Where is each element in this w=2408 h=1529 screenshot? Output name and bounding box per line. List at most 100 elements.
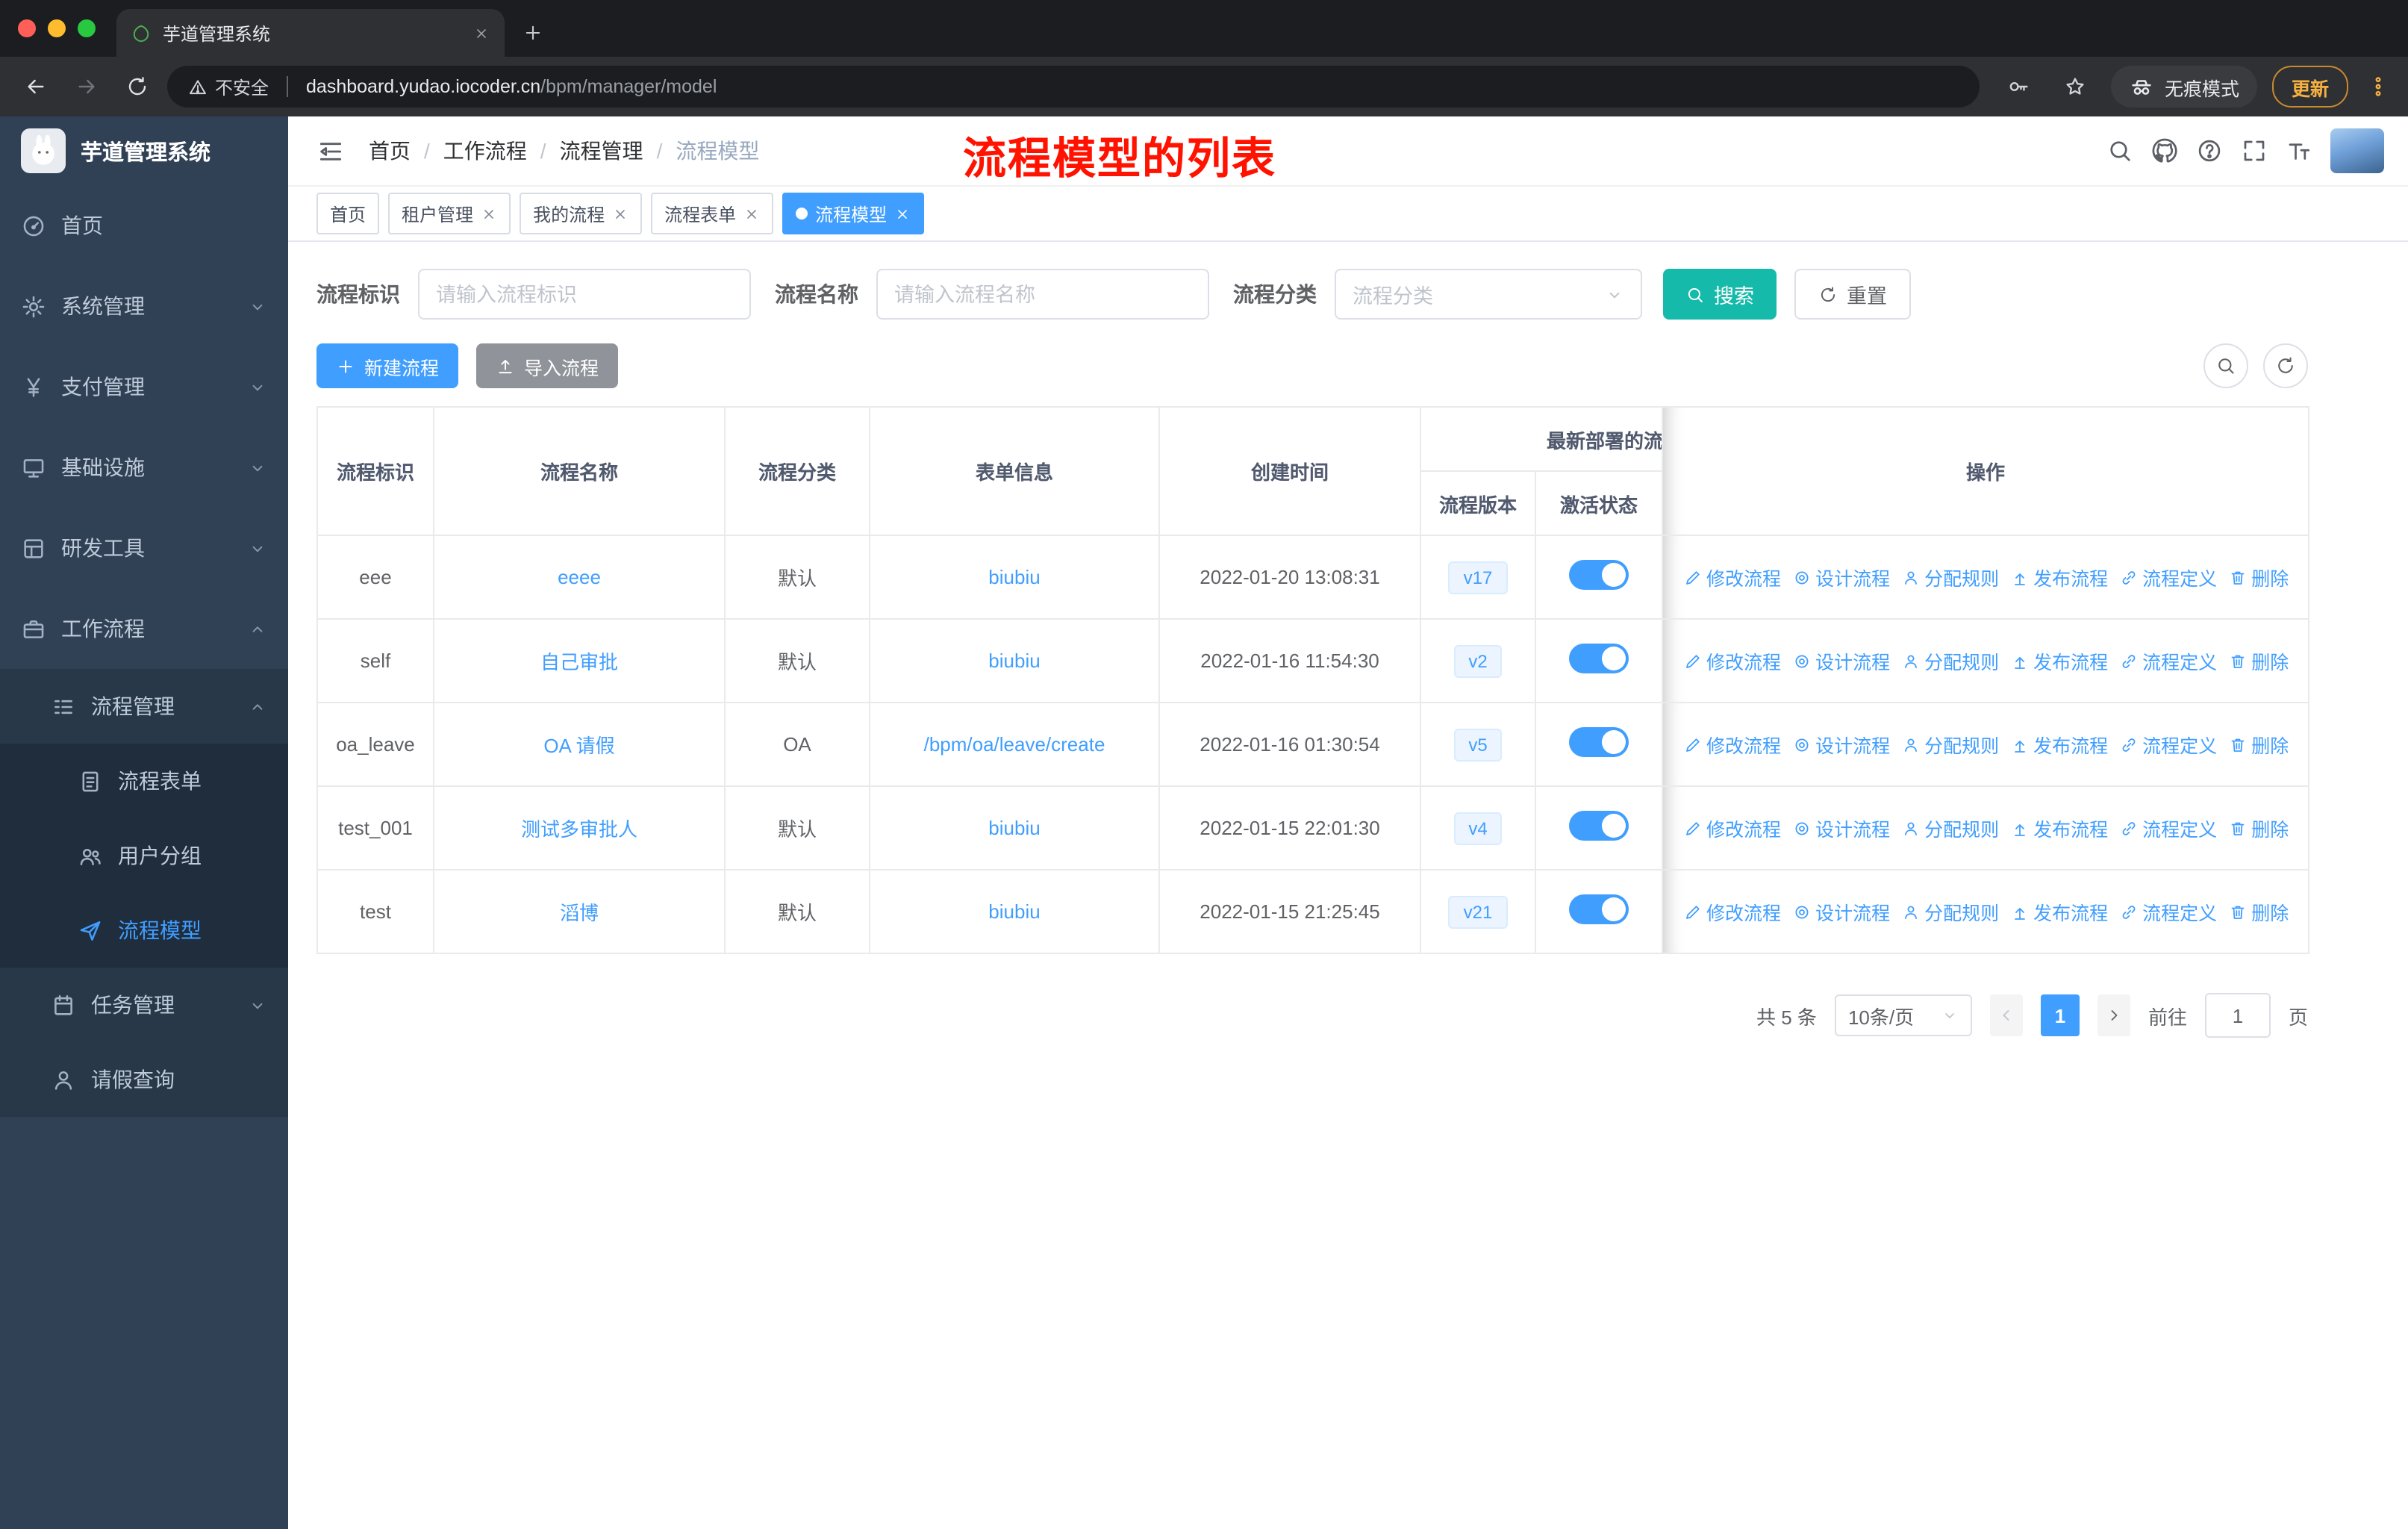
tag-close-icon[interactable] xyxy=(481,205,497,222)
sidebar-item-home[interactable]: 首页 xyxy=(0,185,288,266)
process-name-link[interactable]: 自己审批 xyxy=(540,651,618,673)
sidebar-item-workflow[interactable]: 工作流程 xyxy=(0,588,288,669)
fullscreen-icon[interactable] xyxy=(2241,137,2268,164)
action-design-link[interactable]: 设计流程 xyxy=(1793,647,1890,675)
sidebar-item-process-management[interactable]: 流程管理 xyxy=(0,669,288,744)
forward-button[interactable] xyxy=(66,66,107,108)
search-button[interactable]: 搜索 xyxy=(1663,269,1777,320)
version-tag[interactable]: v4 xyxy=(1453,812,1503,844)
action-publish-link[interactable]: 发布流程 xyxy=(2011,563,2108,591)
process-name-link[interactable]: 滔博 xyxy=(560,902,599,924)
active-toggle[interactable] xyxy=(1569,811,1629,841)
version-tag[interactable]: v5 xyxy=(1453,728,1503,761)
password-key-button[interactable] xyxy=(1997,66,2039,108)
action-design-link[interactable]: 设计流程 xyxy=(1793,814,1890,842)
user-avatar[interactable] xyxy=(2330,128,2384,173)
active-toggle[interactable] xyxy=(1569,894,1629,924)
action-assign-link[interactable]: 分配规则 xyxy=(1902,563,1999,591)
breadcrumb-item[interactable]: 首页 xyxy=(369,136,411,166)
tag-close-icon[interactable] xyxy=(894,205,911,222)
sidebar-item-leave-query[interactable]: 请假查询 xyxy=(0,1042,288,1117)
sidebar-item-process-form[interactable]: 流程表单 xyxy=(0,744,288,818)
action-edit-link[interactable]: 修改流程 xyxy=(1684,563,1781,591)
toggle-search-button[interactable] xyxy=(2203,343,2248,388)
form-info-link[interactable]: biubiu xyxy=(988,566,1040,588)
action-delete-link[interactable]: 删除 xyxy=(2229,647,2289,675)
tag-process-form[interactable]: 流程表单 xyxy=(651,193,774,234)
next-page-button[interactable] xyxy=(2097,994,2130,1036)
action-definition-link[interactable]: 流程定义 xyxy=(2120,814,2217,842)
process-name-link[interactable]: eeee xyxy=(558,566,601,588)
maximize-window-button[interactable] xyxy=(78,19,96,37)
active-toggle[interactable] xyxy=(1569,644,1629,673)
action-definition-link[interactable]: 流程定义 xyxy=(2120,730,2217,759)
action-assign-link[interactable]: 分配规则 xyxy=(1902,647,1999,675)
search-icon[interactable] xyxy=(2106,137,2133,164)
process-name-input[interactable] xyxy=(876,269,1209,320)
tag-process-model[interactable]: 流程模型 xyxy=(782,193,925,234)
action-definition-link[interactable]: 流程定义 xyxy=(2120,563,2217,591)
breadcrumb-item[interactable]: 流程管理 xyxy=(560,136,643,166)
form-info-link[interactable]: biubiu xyxy=(988,900,1040,923)
github-icon[interactable] xyxy=(2151,137,2178,164)
action-design-link[interactable]: 设计流程 xyxy=(1793,897,1890,926)
action-edit-link[interactable]: 修改流程 xyxy=(1684,814,1781,842)
action-assign-link[interactable]: 分配规则 xyxy=(1902,814,1999,842)
browser-menu-button[interactable] xyxy=(2363,67,2393,106)
process-key-input[interactable] xyxy=(418,269,751,320)
action-edit-link[interactable]: 修改流程 xyxy=(1684,647,1781,675)
address-bar[interactable]: 不安全 dashboard.yudao.iocoder.cn/bpm/manag… xyxy=(167,66,1980,108)
close-window-button[interactable] xyxy=(18,19,36,37)
action-assign-link[interactable]: 分配规则 xyxy=(1902,897,1999,926)
security-chip[interactable]: 不安全 xyxy=(188,74,269,99)
action-design-link[interactable]: 设计流程 xyxy=(1793,563,1890,591)
action-delete-link[interactable]: 删除 xyxy=(2229,563,2289,591)
action-design-link[interactable]: 设计流程 xyxy=(1793,730,1890,759)
bookmark-button[interactable] xyxy=(2054,66,2096,108)
sidebar-item-payment[interactable]: 支付管理 xyxy=(0,346,288,427)
process-name-link[interactable]: OA 请假 xyxy=(543,735,614,757)
action-definition-link[interactable]: 流程定义 xyxy=(2120,897,2217,926)
sidebar-item-devtools[interactable]: 研发工具 xyxy=(0,508,288,588)
reset-button[interactable]: 重置 xyxy=(1794,269,1911,320)
version-tag[interactable]: v17 xyxy=(1448,561,1508,594)
page-size-select[interactable]: 10条/页 xyxy=(1834,994,1972,1036)
update-button[interactable]: 更新 xyxy=(2271,66,2348,108)
font-size-icon[interactable] xyxy=(2286,137,2312,164)
refresh-table-button[interactable] xyxy=(2263,343,2308,388)
process-name-link[interactable]: 测试多审批人 xyxy=(521,818,637,841)
action-assign-link[interactable]: 分配规则 xyxy=(1902,730,1999,759)
create-process-button[interactable]: 新建流程 xyxy=(316,343,459,388)
tab-close-icon[interactable] xyxy=(473,25,490,41)
help-icon[interactable] xyxy=(2196,137,2223,164)
active-toggle[interactable] xyxy=(1569,727,1629,757)
active-toggle[interactable] xyxy=(1569,560,1629,590)
action-publish-link[interactable]: 发布流程 xyxy=(2011,897,2108,926)
new-tab-button[interactable] xyxy=(514,13,552,52)
form-info-link[interactable]: biubiu xyxy=(988,817,1040,839)
back-button[interactable] xyxy=(15,66,57,108)
action-delete-link[interactable]: 删除 xyxy=(2229,730,2289,759)
action-delete-link[interactable]: 删除 xyxy=(2229,897,2289,926)
sidebar-item-task-management[interactable]: 任务管理 xyxy=(0,968,288,1042)
page-number-current[interactable]: 1 xyxy=(2040,994,2080,1036)
tag-close-icon[interactable] xyxy=(612,205,628,222)
tag-close-icon[interactable] xyxy=(743,205,760,222)
version-tag[interactable]: v21 xyxy=(1448,895,1508,928)
tag-home[interactable]: 首页 xyxy=(316,193,380,234)
sidebar-item-infrastructure[interactable]: 基础设施 xyxy=(0,427,288,508)
version-tag[interactable]: v2 xyxy=(1453,644,1503,677)
breadcrumb-item[interactable]: 工作流程 xyxy=(443,136,527,166)
action-edit-link[interactable]: 修改流程 xyxy=(1684,730,1781,759)
minimize-window-button[interactable] xyxy=(48,19,66,37)
sidebar-item-user-group[interactable]: 用户分组 xyxy=(0,818,288,893)
tag-my-process[interactable]: 我的流程 xyxy=(520,193,643,234)
sidebar-logo[interactable]: 芋道管理系统 xyxy=(0,116,288,185)
prev-page-button[interactable] xyxy=(1989,994,2023,1036)
action-publish-link[interactable]: 发布流程 xyxy=(2011,647,2108,675)
action-definition-link[interactable]: 流程定义 xyxy=(2120,647,2217,675)
goto-page-input[interactable] xyxy=(2204,993,2271,1038)
browser-tab[interactable]: 芋道管理系统 xyxy=(116,9,505,57)
action-edit-link[interactable]: 修改流程 xyxy=(1684,897,1781,926)
sidebar-item-process-model[interactable]: 流程模型 xyxy=(0,893,288,968)
